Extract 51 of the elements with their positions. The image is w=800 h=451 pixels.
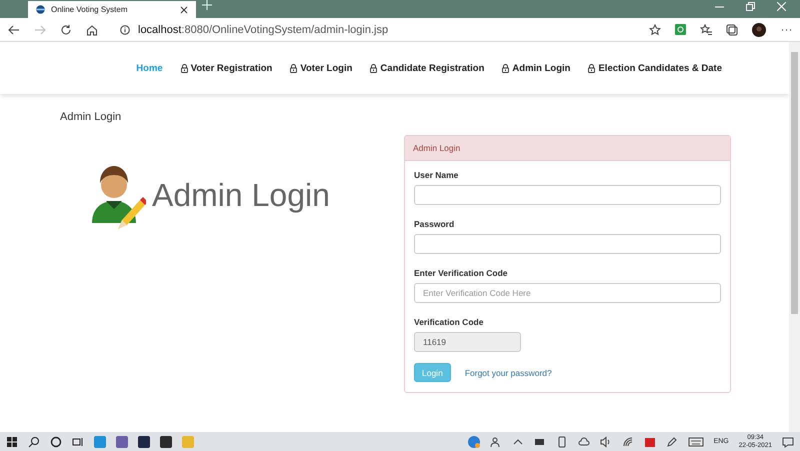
refresh-icon[interactable]: [60, 24, 72, 36]
nav-link[interactable]: Voter Registration: [180, 62, 272, 74]
favorites-list-icon[interactable]: [700, 24, 712, 36]
input-field[interactable]: Enter Verification Code Here: [414, 283, 721, 303]
home-icon[interactable]: [86, 24, 98, 36]
field-label: Password: [414, 219, 456, 229]
scrollbar-thumb[interactable]: [791, 52, 798, 314]
close-icon[interactable]: [180, 6, 188, 14]
nav-link[interactable]: Candidate Registration: [370, 62, 484, 74]
extension-icon[interactable]: [675, 24, 686, 35]
restore-icon[interactable]: [746, 2, 755, 11]
notifications-icon[interactable]: [782, 436, 794, 448]
input-field[interactable]: [414, 234, 721, 254]
lock-icon: [588, 64, 596, 72]
info-icon: [120, 24, 130, 34]
globe-icon: [36, 5, 45, 14]
nav-link[interactable]: Voter Login: [290, 62, 352, 74]
field-label: Enter Verification Code: [414, 268, 509, 278]
nav-link[interactable]: Election Candidates & Date: [588, 62, 722, 74]
tab-title: Online Voting System: [51, 5, 128, 14]
lock-icon: [180, 64, 188, 72]
nav-link[interactable]: Admin Login: [502, 62, 570, 74]
cortana-icon[interactable]: [50, 436, 62, 448]
app-icon[interactable]: [116, 436, 128, 448]
back-icon[interactable]: [8, 24, 20, 36]
collections-icon[interactable]: [726, 24, 738, 36]
pen-icon[interactable]: [666, 436, 678, 448]
lock-icon: [290, 64, 298, 72]
page-title: Admin Login: [60, 111, 122, 123]
forgot-password-link[interactable]: Forgot your password?: [464, 368, 552, 378]
field-label: Verification Code: [414, 317, 484, 327]
wifi-icon[interactable]: [622, 436, 634, 448]
url-text: localhost:8080/OnlineVotingSystem/admin-login.jsp: [138, 24, 388, 36]
input-field[interactable]: [414, 185, 721, 205]
windows-icon[interactable]: [6, 436, 18, 448]
search-icon[interactable]: [28, 436, 40, 448]
browser-tab[interactable]: Online Voting System: [28, 1, 196, 18]
lock-icon: [370, 64, 378, 72]
address-bar[interactable]: localhost:8080/OnlineVotingSystem/admin-login.jsp: [112, 20, 635, 38]
panel-heading: Admin Login: [405, 136, 730, 161]
keyboard-icon[interactable]: [688, 436, 704, 448]
cloud-icon[interactable]: [578, 436, 590, 448]
speaker-icon[interactable]: [600, 436, 612, 448]
task-view-icon[interactable]: [72, 436, 84, 448]
favorite-icon[interactable]: [649, 24, 661, 36]
new-tab-icon[interactable]: [202, 0, 212, 10]
lock-icon: [502, 64, 510, 72]
banner-title: Admin Login: [152, 176, 330, 214]
field-label: User Name: [414, 170, 460, 180]
people-icon[interactable]: [490, 436, 502, 448]
avatar-icon[interactable]: [752, 22, 766, 36]
